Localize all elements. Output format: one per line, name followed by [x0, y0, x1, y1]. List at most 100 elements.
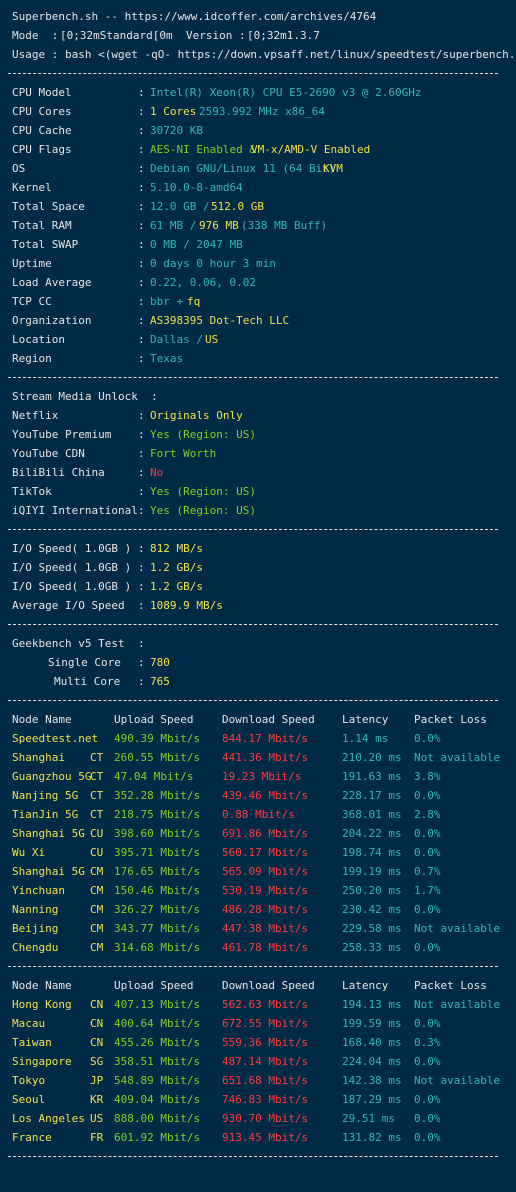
- row-colon: :: [138, 542, 145, 555]
- node-isp: US: [90, 1112, 104, 1125]
- download-speed: 691.86 Mbit/s: [222, 827, 309, 840]
- terminal-window[interactable]: Superbench.sh -- https://www.idcoffer.co…: [0, 0, 516, 1192]
- row-colon: :: [138, 219, 145, 232]
- download-speed: 530.19 Mbit/s: [222, 884, 309, 897]
- header-usage-line: Usage : bash <(wget -qO- https://down.vp…: [0, 45, 516, 64]
- packet-loss: Not available: [414, 998, 501, 1011]
- upload-speed: 400.64 Mbit/s: [114, 1017, 201, 1030]
- row-label: YouTube CDN: [12, 447, 85, 460]
- node-name: Hong Kong: [12, 998, 72, 1011]
- latency: 199.19 ms: [342, 865, 402, 878]
- header-title-line: Superbench.sh -- https://www.idcoffer.co…: [0, 7, 516, 26]
- node-name: Taiwan: [12, 1036, 52, 1049]
- table-row: Los Angeles US 888.00 Mbit/s 930.70 Mbit/s 2…: [0, 1109, 516, 1128]
- table-row: Seoul KR 409.04 Mbit/s 746.83 Mbit/s 187.29 …: [0, 1090, 516, 1109]
- table-row: Yinchuan CM 150.46 Mbit/s 530.19 Mbit/s 250.…: [0, 881, 516, 900]
- row-colon: :: [138, 504, 145, 517]
- column-header-loss: Packet Loss: [414, 713, 487, 726]
- node-isp: CT: [90, 808, 104, 821]
- download-speed: 441.36 Mbit/s: [222, 751, 309, 764]
- row-label: YouTube Premium: [12, 428, 112, 441]
- row-value: 1089.9 MB/s: [150, 599, 223, 612]
- upload-speed: 260.55 Mbit/s: [114, 751, 201, 764]
- row-label: Netflix: [12, 409, 59, 422]
- row-colon: :: [138, 314, 145, 327]
- download-speed: 562.63 Mbit/s: [222, 998, 309, 1011]
- packet-loss: Not available: [414, 751, 501, 764]
- row-value-detail: 976 MB: [199, 219, 239, 232]
- packet-loss: 2.8%: [414, 808, 441, 821]
- sysinfo-load-average: Load Average : 0.22, 0.06, 0.02: [0, 273, 516, 292]
- separator: [0, 520, 516, 539]
- row-value-detail: US: [205, 333, 219, 346]
- upload-speed: 352.28 Mbit/s: [114, 789, 201, 802]
- table-row: Hong Kong CN 407.13 Mbit/s 562.63 Mbit/s 194…: [0, 995, 516, 1014]
- table-row: Speedtest.net 490.39 Mbit/s 844.17 Mbit/s 1…: [0, 729, 516, 748]
- column-header-latency: Latency: [342, 979, 389, 992]
- node-name: TianJin 5G: [12, 808, 79, 821]
- column-header-download: Download Speed: [222, 979, 315, 992]
- column-header-node: Node Name: [12, 713, 72, 726]
- row-value: No: [150, 466, 164, 479]
- column-header-node: Node Name: [12, 979, 72, 992]
- node-isp: CM: [90, 941, 104, 954]
- sysinfo-cpu-model: CPU Model : Intel(R) Xeon(R) CPU E5-2690…: [0, 83, 516, 102]
- latency: 250.20 ms: [342, 884, 402, 897]
- row-label: BiliBili China: [12, 466, 105, 479]
- upload-speed: 47.04 Mbit/s: [114, 770, 194, 783]
- row-label: I/O Speed( 1.0GB ): [12, 580, 132, 593]
- download-speed: 461.78 Mbit/s: [222, 941, 309, 954]
- sysinfo-location: Location : Dallas / US: [0, 330, 516, 349]
- stream-youtube-cdn: YouTube CDN : Fort Worth: [0, 444, 516, 463]
- version-value: [0;32m1.3.7: [247, 29, 320, 42]
- row-label: Kernel: [12, 181, 52, 194]
- upload-speed: 218.75 Mbit/s: [114, 808, 201, 821]
- upload-speed: 314.68 Mbit/s: [114, 941, 201, 954]
- row-label: TikTok: [12, 485, 52, 498]
- row-value: Yes (Region: US): [150, 485, 256, 498]
- sysinfo-tcp-cc: TCP CC : bbr + fq: [0, 292, 516, 311]
- upload-speed: 409.04 Mbit/s: [114, 1093, 201, 1106]
- latency: 230.42 ms: [342, 903, 402, 916]
- row-value: 61 MB /: [150, 219, 197, 232]
- table-row: Guangzhou 5G CT 47.04 Mbit/s 19.23 Mbit/s 19…: [0, 767, 516, 786]
- node-name: Tokyo: [12, 1074, 46, 1087]
- node-name: Shanghai 5G: [12, 865, 85, 878]
- io-run-2: I/O Speed( 1.0GB ) : 1.2 GB/s: [0, 558, 516, 577]
- row-value: Yes (Region: US): [150, 504, 256, 517]
- table-row: TianJin 5G CT 218.75 Mbit/s 0.88 Mbit/s 368.…: [0, 805, 516, 824]
- stream-title-line: Stream Media Unlock :: [0, 387, 516, 406]
- sysinfo-uptime: Uptime : 0 days 0 hour 3 min: [0, 254, 516, 273]
- io-run-3: I/O Speed( 1.0GB ) : 1.2 GB/s: [0, 577, 516, 596]
- row-value: AES-NI Enabled &: [150, 143, 256, 156]
- upload-speed: 490.39 Mbit/s: [114, 732, 201, 745]
- row-colon: :: [138, 124, 145, 137]
- row-label: I/O Speed( 1.0GB ): [12, 561, 132, 574]
- row-value-detail: 2593.992 MHz x86_64: [199, 105, 325, 118]
- table-row: France FR 601.92 Mbit/s 913.45 Mbit/s 131.82…: [0, 1128, 516, 1147]
- row-value: Debian GNU/Linux 11 (64 Bit): [150, 162, 336, 175]
- download-speed: 560.17 Mbit/s: [222, 846, 309, 859]
- packet-loss: 0.0%: [414, 1093, 441, 1106]
- node-isp: CT: [90, 751, 104, 764]
- node-name: Nanning: [12, 903, 59, 916]
- node-name: Chengdu: [12, 941, 59, 954]
- packet-loss: 0.0%: [414, 1131, 441, 1144]
- column-header-latency: Latency: [342, 713, 389, 726]
- node-isp: CM: [90, 922, 104, 935]
- row-colon: :: [138, 447, 145, 460]
- node-isp: CN: [90, 1017, 104, 1030]
- row-label: I/O Speed( 1.0GB ): [12, 542, 132, 555]
- table-row: Shanghai 5G CU 398.60 Mbit/s 691.86 Mbit/s 2…: [0, 824, 516, 843]
- upload-speed: 326.27 Mbit/s: [114, 903, 201, 916]
- upload-speed: 888.00 Mbit/s: [114, 1112, 201, 1125]
- mode-value: [0;32mStandard[0m: [60, 29, 173, 42]
- row-colon: :: [138, 181, 145, 194]
- row-colon: :: [138, 257, 145, 270]
- node-name: Singapore: [12, 1055, 72, 1068]
- stream-tiktok: TikTok : Yes (Region: US): [0, 482, 516, 501]
- row-colon: :: [138, 428, 145, 441]
- download-speed: 651.68 Mbit/s: [222, 1074, 309, 1087]
- row-value: 1.2 GB/s: [150, 561, 203, 574]
- row-value: Originals Only: [150, 409, 243, 422]
